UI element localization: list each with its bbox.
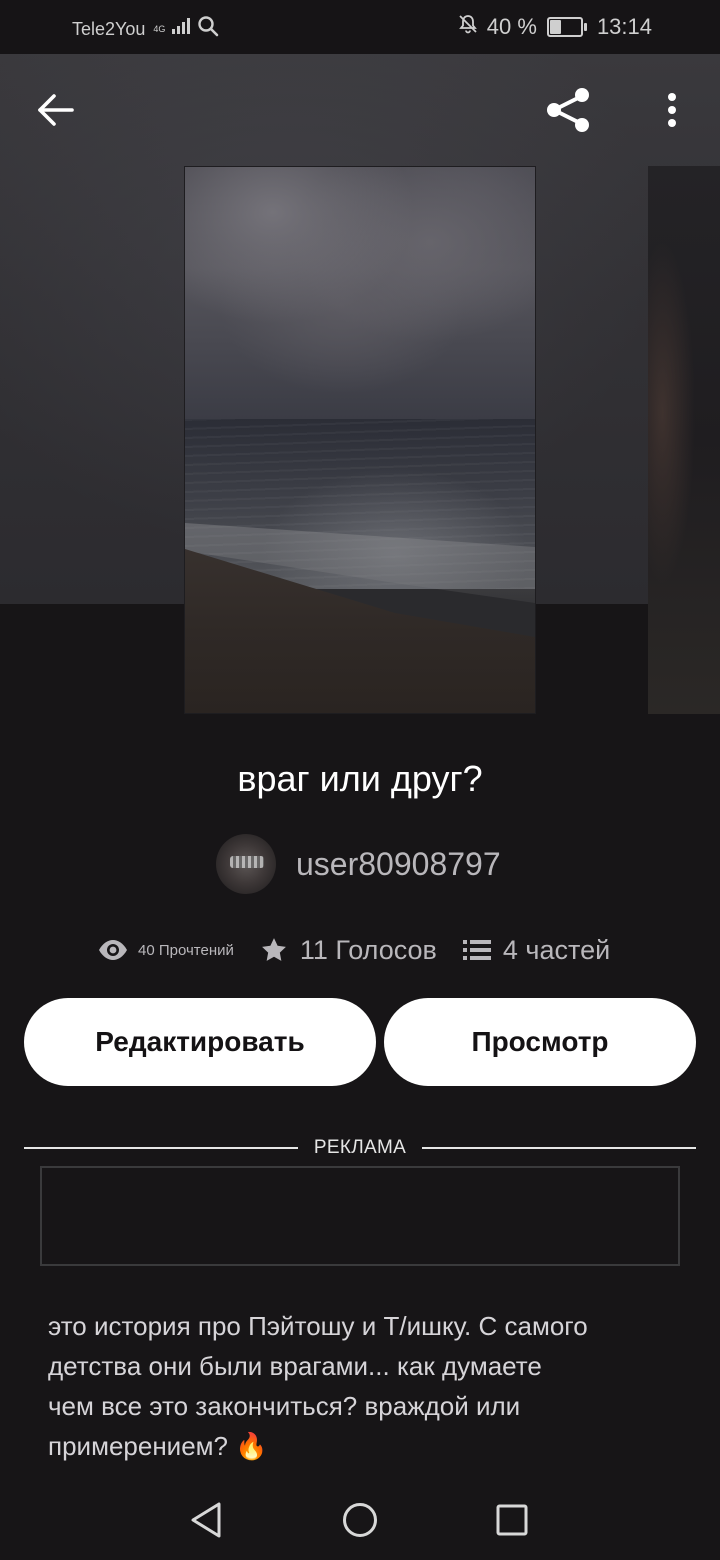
status-right: 40 % 13:14 [457, 13, 652, 41]
status-left: Tele2You 4G [72, 15, 219, 43]
reads-stat: 40 Прочтений [98, 939, 234, 961]
nav-back-icon [191, 1502, 221, 1538]
story-description: это история про Пэйтошу и Т/ишку. С само… [48, 1311, 588, 1461]
signal-icon [171, 17, 191, 41]
more-vertical-icon [668, 93, 676, 127]
next-cover-peek[interactable] [648, 166, 720, 714]
more-options-button[interactable] [648, 84, 696, 136]
share-button[interactable] [540, 82, 596, 138]
parts-stat: 4 частей [462, 934, 611, 966]
battery-icon [546, 17, 587, 37]
arrow-left-icon [38, 94, 74, 126]
story-details-screen: Tele2You 4G 40 % 13:14 враг или друг? us… [0, 0, 720, 1560]
ad-label: РЕКЛАМА [313, 1137, 407, 1158]
search-status-icon [197, 15, 219, 43]
story-stats: 40 Прочтений 11 Голосов 4 частей [98, 926, 638, 974]
ad-slot[interactable] [40, 1166, 680, 1266]
status-bar: Tele2You 4G 40 % 13:14 [0, 0, 720, 54]
votes-stat: 11 Голосов [260, 935, 437, 966]
author-link[interactable]: user80908797 [216, 834, 501, 894]
author-name: user80908797 [296, 845, 501, 882]
cover-sky [185, 167, 535, 419]
network-badge: 4G [153, 23, 166, 34]
nav-home-button[interactable] [338, 1498, 382, 1542]
avatar [216, 834, 276, 894]
parts-count: 4 частей [502, 934, 611, 965]
story-title: враг или друг? [237, 758, 483, 799]
edit-button[interactable]: Редактировать [24, 998, 376, 1086]
list-icon [462, 940, 491, 960]
nav-recent-icon [496, 1504, 528, 1536]
preview-button[interactable]: Просмотр [384, 998, 696, 1086]
share-icon [547, 88, 589, 132]
nav-recent-button[interactable] [490, 1498, 534, 1542]
mute-bell-icon [457, 13, 479, 41]
divider-line [24, 1147, 298, 1149]
votes-count: 11 Голосов [299, 934, 437, 965]
battery-percent: 40 % [486, 14, 537, 39]
divider-line [422, 1147, 696, 1149]
system-nav-bar [0, 1478, 720, 1560]
nav-home-icon [343, 1503, 377, 1537]
nav-back-button[interactable] [184, 1498, 228, 1542]
carrier-name: Tele2You [72, 18, 146, 39]
reads-count: 40 Прочтений [138, 941, 234, 959]
back-button[interactable] [28, 84, 84, 136]
clock: 13:14 [596, 14, 652, 39]
ad-divider: РЕКЛАМА [24, 1134, 696, 1162]
star-icon [261, 938, 286, 961]
story-cover-image[interactable] [184, 166, 536, 714]
eye-icon [99, 940, 127, 960]
battery-level [549, 20, 561, 34]
